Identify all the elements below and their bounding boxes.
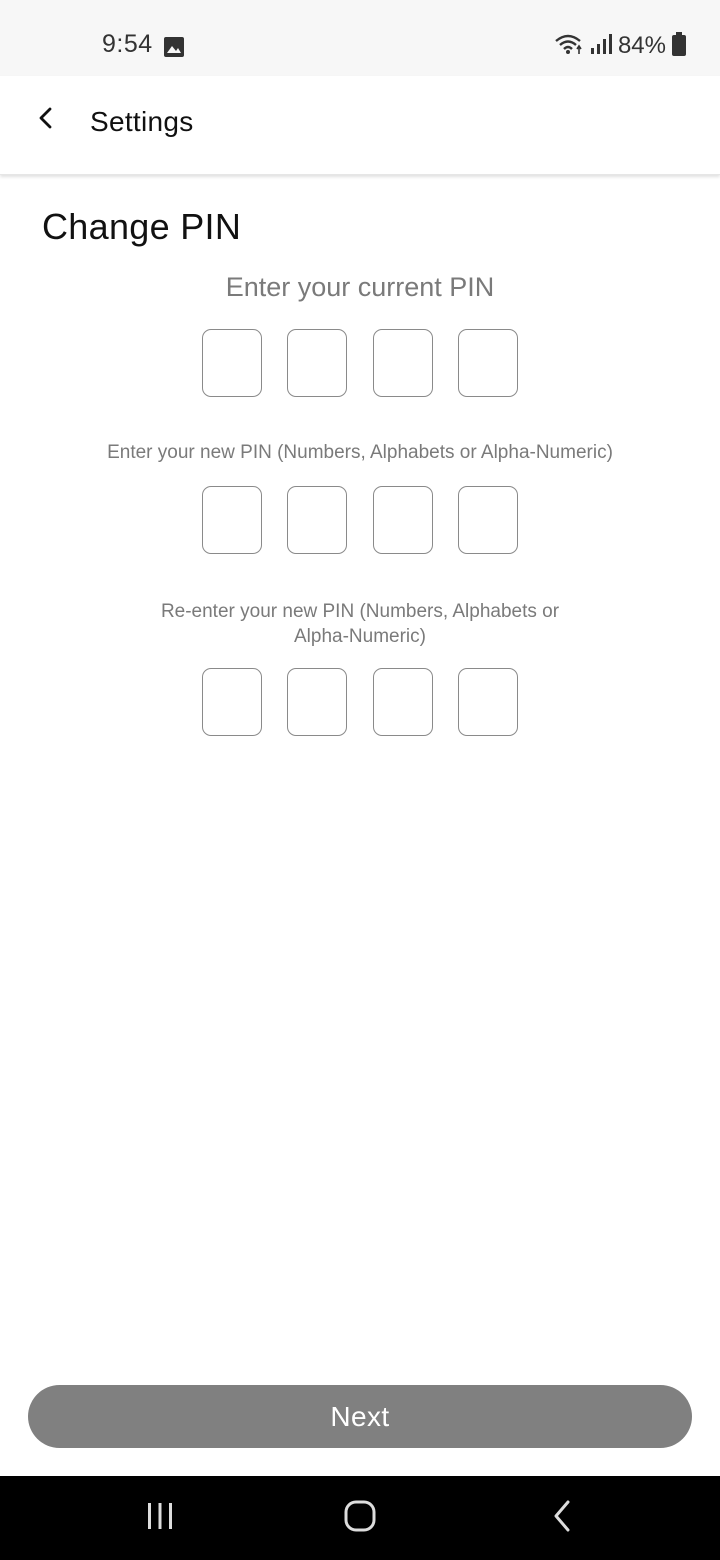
reenter-pin-row <box>202 668 518 738</box>
home-icon <box>343 1499 377 1538</box>
battery-percent: 84% <box>617 32 666 59</box>
status-bar: 9:54 84% <box>0 0 720 76</box>
new-pin-row <box>202 486 518 556</box>
recent-apps-icon <box>145 1501 175 1536</box>
new-pin-digit-4[interactable] <box>457 486 518 554</box>
reenter-pin-label: Re-enter your new PIN (Numbers, Alphabet… <box>160 601 560 647</box>
system-back-button[interactable] <box>532 1498 592 1538</box>
back-button[interactable] <box>28 102 64 138</box>
current-pin-digit-4[interactable] <box>457 329 518 397</box>
recent-apps-button[interactable] <box>130 1498 190 1538</box>
new-pin-digit-2[interactable] <box>287 486 348 554</box>
wifi-icon <box>554 32 584 61</box>
current-pin-digit-2[interactable] <box>287 329 348 397</box>
home-button[interactable] <box>330 1498 390 1538</box>
status-time: 9:54 <box>102 30 153 58</box>
new-pin-label: Enter your new PIN (Numbers, Alphabets o… <box>107 442 613 463</box>
battery-icon <box>672 31 686 61</box>
current-pin-digit-3[interactable] <box>372 329 433 397</box>
new-pin-digit-1[interactable] <box>202 486 262 554</box>
new-pin-digit-3[interactable] <box>372 486 433 554</box>
signal-icon <box>590 33 612 60</box>
app-bar: Settings <box>0 76 720 175</box>
reenter-pin-digit-1[interactable] <box>202 668 262 736</box>
reenter-pin-digit-4[interactable] <box>457 668 518 736</box>
next-button[interactable]: Next <box>28 1385 692 1448</box>
reenter-pin-digit-3[interactable] <box>372 668 433 736</box>
current-pin-row <box>202 329 518 399</box>
chevron-left-icon <box>36 106 56 135</box>
reenter-pin-digit-2[interactable] <box>287 668 348 736</box>
status-icons: 84% <box>554 30 686 62</box>
image-icon <box>164 37 184 57</box>
system-nav-bar <box>0 1476 720 1560</box>
back-icon <box>551 1500 573 1537</box>
page-title: Change PIN <box>42 206 242 247</box>
current-pin-digit-1[interactable] <box>202 329 262 397</box>
app-bar-title: Settings <box>90 106 194 137</box>
current-pin-label: Enter your current PIN <box>225 272 495 302</box>
